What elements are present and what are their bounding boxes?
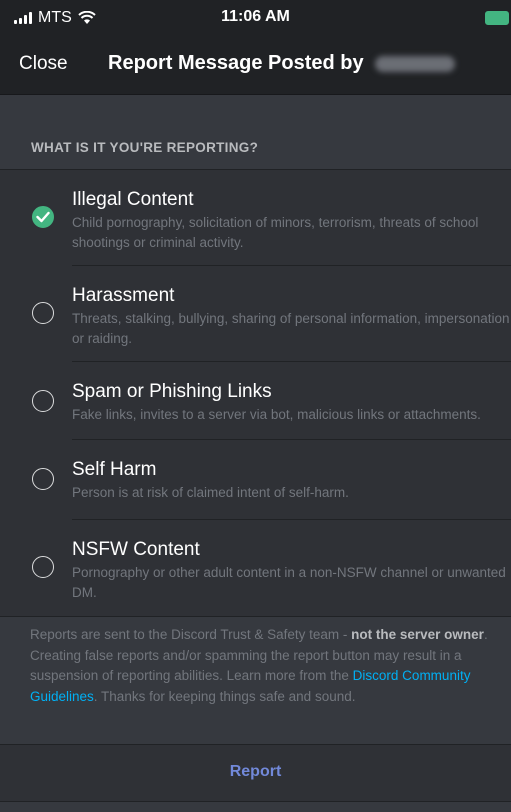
disclaimer-part1: Reports are sent to the Discord Trust & … [30,627,352,642]
option-title: Spam or Phishing Links [72,381,272,402]
disclaimer-text: Reports are sent to the Discord Trust & … [30,625,505,707]
close-button[interactable]: Close [19,53,68,75]
section-label: WHAT IS IT YOU'RE REPORTING? [31,140,259,155]
option-self-harm[interactable]: Self Harm Person is at risk of claimed i… [0,440,511,520]
page-title: Report Message Posted by [108,52,456,75]
report-reason-list: Illegal Content Child pornography, solic… [0,169,511,617]
option-title: NSFW Content [72,539,200,560]
checkmark-icon[interactable] [32,206,54,228]
radio-icon[interactable] [32,390,54,412]
report-button[interactable]: Report [0,763,511,781]
redacted-username [375,55,456,72]
option-description: Person is at risk of claimed intent of s… [72,485,349,500]
status-time: 11:06 AM [221,8,290,25]
option-nsfw-content[interactable]: NSFW Content Pornography or other adult … [0,520,511,616]
option-harassment[interactable]: Harassment Threats, stalking, bullying, … [0,266,511,362]
option-spam-phishing[interactable]: Spam or Phishing Links Fake links, invit… [0,362,511,440]
option-title: Illegal Content [72,189,194,210]
disclaimer-bold: not the server owner [351,627,484,642]
option-description: Fake links, invites to a server via bot,… [72,407,481,422]
battery-icon [485,11,509,25]
option-description: Threats, stalking, bullying, sharing of … [72,311,510,346]
option-description: Pornography or other adult content in a … [72,565,506,600]
radio-icon[interactable] [32,468,54,490]
disclaimer-part3: . Thanks for keeping things safe and sou… [93,688,356,704]
report-bar: Report [0,744,511,802]
option-description: Child pornography, solicitation of minor… [72,215,479,250]
radio-icon[interactable] [32,302,54,324]
radio-icon[interactable] [32,556,54,578]
status-bar: MTS 11:06 AM [0,0,511,36]
option-illegal-content[interactable]: Illegal Content Child pornography, solic… [0,170,511,266]
page-title-text: Report Message Posted by [108,52,364,74]
option-title: Self Harm [72,459,157,480]
header: Close Report Message Posted by [0,36,511,95]
option-title: Harassment [72,285,175,306]
